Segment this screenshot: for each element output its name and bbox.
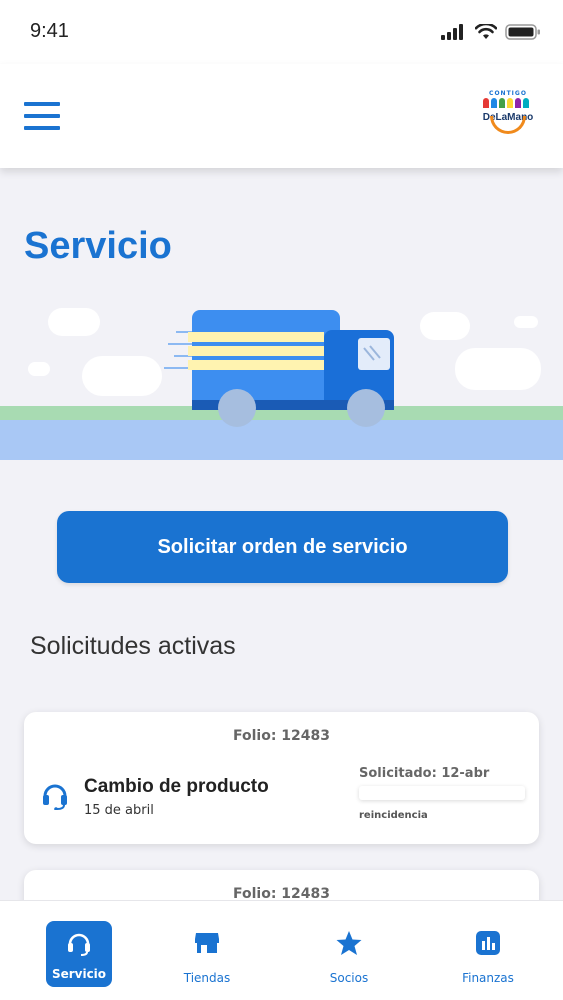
cloud bbox=[420, 312, 470, 340]
app-header: CONTIGO DeLaMano bbox=[0, 64, 563, 168]
request-service-order-button[interactable]: Solicitar orden de servicio bbox=[57, 511, 508, 583]
nav-label: Finanzas bbox=[462, 971, 514, 985]
logo-bars bbox=[483, 98, 529, 108]
nav-label: Socios bbox=[329, 971, 369, 985]
request-date: 15 de abril bbox=[84, 803, 154, 818]
cloud bbox=[455, 348, 541, 390]
page-title: Servicio bbox=[24, 225, 172, 267]
logo: CONTIGO DeLaMano bbox=[481, 90, 535, 142]
status-icons bbox=[441, 24, 541, 40]
nav-servicio[interactable]: Servicio bbox=[46, 921, 112, 987]
cloud bbox=[82, 356, 162, 396]
folio-label: Folio: 12483 bbox=[232, 728, 330, 744]
truck-icon bbox=[164, 310, 394, 427]
status-time: 9:41 bbox=[30, 20, 69, 42]
headset-icon bbox=[68, 933, 90, 956]
cloud bbox=[48, 308, 100, 336]
menu-icon[interactable] bbox=[24, 102, 60, 130]
logo-top-text: CONTIGO bbox=[489, 90, 527, 97]
requested-date: Solicitado: 12-abr bbox=[359, 766, 490, 781]
headset-icon bbox=[43, 784, 67, 810]
nav-socios[interactable]: Socios bbox=[316, 921, 382, 987]
store-icon bbox=[195, 933, 219, 953]
hero-illustration bbox=[0, 290, 563, 460]
status-bar: 9:41 bbox=[0, 0, 563, 64]
section-title: Solicitudes activas bbox=[30, 632, 236, 660]
battery-icon bbox=[505, 24, 540, 40]
status-label: reincidencia bbox=[359, 810, 428, 821]
nav-finanzas[interactable]: Finanzas bbox=[455, 921, 521, 987]
signal-icon bbox=[441, 24, 463, 40]
request-type: Cambio de producto bbox=[84, 776, 269, 797]
nav-tiendas[interactable]: Tiendas bbox=[174, 921, 240, 987]
star-icon bbox=[336, 931, 362, 955]
chart-icon bbox=[476, 931, 500, 955]
cloud bbox=[28, 362, 50, 376]
cloud bbox=[514, 316, 538, 328]
bottom-nav: Servicio Tiendas Socios Finanzas bbox=[0, 900, 563, 1000]
nav-label: Tiendas bbox=[183, 971, 231, 985]
wifi-icon bbox=[475, 24, 497, 39]
nav-label: Servicio bbox=[51, 967, 107, 981]
request-card[interactable]: Folio: 12483 Cambio de producto 15 de ab… bbox=[24, 712, 539, 844]
progress-bar bbox=[359, 786, 525, 800]
logo-smile bbox=[490, 116, 526, 134]
